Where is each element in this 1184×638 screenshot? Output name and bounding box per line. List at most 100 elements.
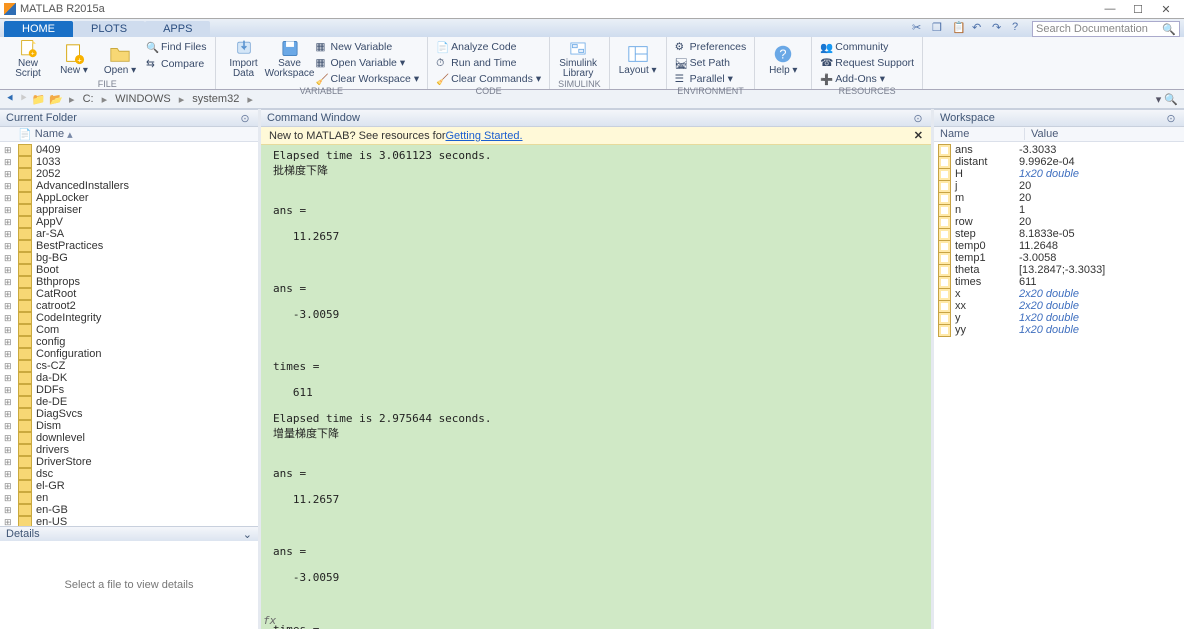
folder-en-US[interactable]: ⊞en-US [0,516,258,526]
expand-toggle[interactable]: ⊞ [4,349,14,360]
expand-toggle[interactable]: ⊞ [4,181,14,192]
clear-commands-button[interactable]: 🧹Clear Commands ▾ [436,71,541,86]
folder-AppV[interactable]: ⊞AppV [0,216,258,228]
expand-toggle[interactable]: ⊞ [4,289,14,300]
folder-config[interactable]: ⊞config [0,336,258,348]
panel-menu-button[interactable]: ⊙ [1164,112,1178,124]
folder-Dism[interactable]: ⊞Dism [0,420,258,432]
cf-col-name[interactable]: Name [35,128,64,140]
getting-started-link[interactable]: Getting Started. [445,130,522,142]
path-folder-2[interactable]: system32 [190,93,241,105]
workspace-var-m[interactable]: m20 [934,192,1184,204]
folder-Boot[interactable]: ⊞Boot [0,264,258,276]
folder-CodeIntegrity[interactable]: ⊞CodeIntegrity [0,312,258,324]
search-documentation-input[interactable]: Search Documentation 🔍 [1032,21,1180,37]
folder-en-GB[interactable]: ⊞en-GB [0,504,258,516]
details-collapse-button[interactable]: ⌄ [243,528,252,541]
folder-DDFs[interactable]: ⊞DDFs [0,384,258,396]
tab-home[interactable]: HOME [4,21,73,37]
folder-en[interactable]: ⊞en [0,492,258,504]
workspace-var-row[interactable]: row20 [934,216,1184,228]
open-button[interactable]: Open ▾ [100,39,140,79]
folder-BestPractices[interactable]: ⊞BestPractices [0,240,258,252]
expand-toggle[interactable]: ⊞ [4,253,14,264]
expand-toggle[interactable]: ⊞ [4,433,14,444]
workspace-var-y[interactable]: y1x20 double [934,312,1184,324]
layout-button[interactable]: Layout ▾ [618,39,658,79]
folder-Com[interactable]: ⊞Com [0,324,258,336]
expand-toggle[interactable]: ⊞ [4,517,14,527]
folder-downlevel[interactable]: ⊞downlevel [0,432,258,444]
path-drive[interactable]: C: [81,93,96,105]
expand-toggle[interactable]: ⊞ [4,457,14,468]
folder-dsc[interactable]: ⊞dsc [0,468,258,480]
expand-toggle[interactable]: ⊞ [4,313,14,324]
analyze-code-button[interactable]: 📄Analyze Code [436,39,541,54]
banner-close-button[interactable]: ✕ [914,129,923,142]
path-folder-1[interactable]: WINDOWS [113,93,173,105]
folder-1033[interactable]: ⊞1033 [0,156,258,168]
folder-da-DK[interactable]: ⊞da-DK [0,372,258,384]
tab-apps[interactable]: APPS [145,21,210,37]
panel-menu-button[interactable]: ⊙ [238,112,252,124]
folder-AdvancedInstallers[interactable]: ⊞AdvancedInstallers [0,180,258,192]
import-data-button[interactable]: Import Data [224,39,264,79]
cut-icon[interactable]: ✂ [912,21,928,37]
folder-de-DE[interactable]: ⊞de-DE [0,396,258,408]
workspace-var-distant[interactable]: distant9.9962e-04 [934,156,1184,168]
simulink-library-button[interactable]: Simulink Library [558,39,598,79]
new-script-button[interactable]: +New Script [8,39,48,79]
workspace-var-temp0[interactable]: temp011.2648 [934,240,1184,252]
tab-plots[interactable]: PLOTS [73,21,145,37]
expand-toggle[interactable]: ⊞ [4,217,14,228]
path-dropdown[interactable]: ▾ 🔍 [1156,93,1178,106]
undo-icon[interactable]: ↶ [972,21,988,37]
clear-workspace-button[interactable]: 🧹Clear Workspace ▾ [316,71,420,86]
back-button[interactable]: ⯇ [6,93,15,106]
folder-catroot2[interactable]: ⊞catroot2 [0,300,258,312]
folder-ar-SA[interactable]: ⊞ar-SA [0,228,258,240]
ws-col-name[interactable]: Name [934,128,1025,140]
browse-button[interactable]: 📂 [49,93,63,106]
expand-toggle[interactable]: ⊞ [4,241,14,252]
workspace-var-n[interactable]: n1 [934,204,1184,216]
paste-icon[interactable]: 📋 [952,21,968,37]
help-button[interactable]: ?Help ▾ [763,39,803,79]
folder-bg-BG[interactable]: ⊞bg-BG [0,252,258,264]
expand-toggle[interactable]: ⊞ [4,265,14,276]
expand-toggle[interactable]: ⊞ [4,397,14,408]
expand-toggle[interactable]: ⊞ [4,373,14,384]
folder-cs-CZ[interactable]: ⊞cs-CZ [0,360,258,372]
minimize-button[interactable]: — [1096,3,1124,15]
expand-toggle[interactable]: ⊞ [4,469,14,480]
addons-button[interactable]: ➕Add-Ons ▾ [820,71,914,86]
folder-el-GR[interactable]: ⊞el-GR [0,480,258,492]
expand-toggle[interactable]: ⊞ [4,157,14,168]
new-button[interactable]: +New ▾ [54,39,94,79]
parallel-button[interactable]: ☰Parallel ▾ [675,71,747,86]
expand-toggle[interactable]: ⊞ [4,145,14,156]
search-icon[interactable]: 🔍 [1162,23,1176,36]
expand-toggle[interactable]: ⊞ [4,301,14,312]
expand-toggle[interactable]: ⊞ [4,493,14,504]
up-folder-button[interactable]: 📁 [32,93,46,106]
folder-Configuration[interactable]: ⊞Configuration [0,348,258,360]
workspace-var-ans[interactable]: ans-3.3033 [934,144,1184,156]
request-support-button[interactable]: ☎Request Support [820,55,914,70]
expand-toggle[interactable]: ⊞ [4,361,14,372]
set-path-button[interactable]: 🛤Set Path [675,55,747,70]
command-output[interactable]: Elapsed time is 3.061123 seconds. 批梯度下降 … [261,145,931,629]
folder-DriverStore[interactable]: ⊞DriverStore [0,456,258,468]
expand-toggle[interactable]: ⊞ [4,337,14,348]
expand-toggle[interactable]: ⊞ [4,229,14,240]
workspace-var-H[interactable]: H1x20 double [934,168,1184,180]
folder-DiagSvcs[interactable]: ⊞DiagSvcs [0,408,258,420]
expand-toggle[interactable]: ⊞ [4,481,14,492]
open-variable-button[interactable]: ▦Open Variable ▾ [316,55,420,70]
folder-AppLocker[interactable]: ⊞AppLocker [0,192,258,204]
ws-col-value[interactable]: Value [1025,128,1064,140]
panel-menu-button[interactable]: ⊙ [911,112,925,124]
workspace-var-times[interactable]: times611 [934,276,1184,288]
expand-toggle[interactable]: ⊞ [4,277,14,288]
save-workspace-button[interactable]: Save Workspace [270,39,310,79]
